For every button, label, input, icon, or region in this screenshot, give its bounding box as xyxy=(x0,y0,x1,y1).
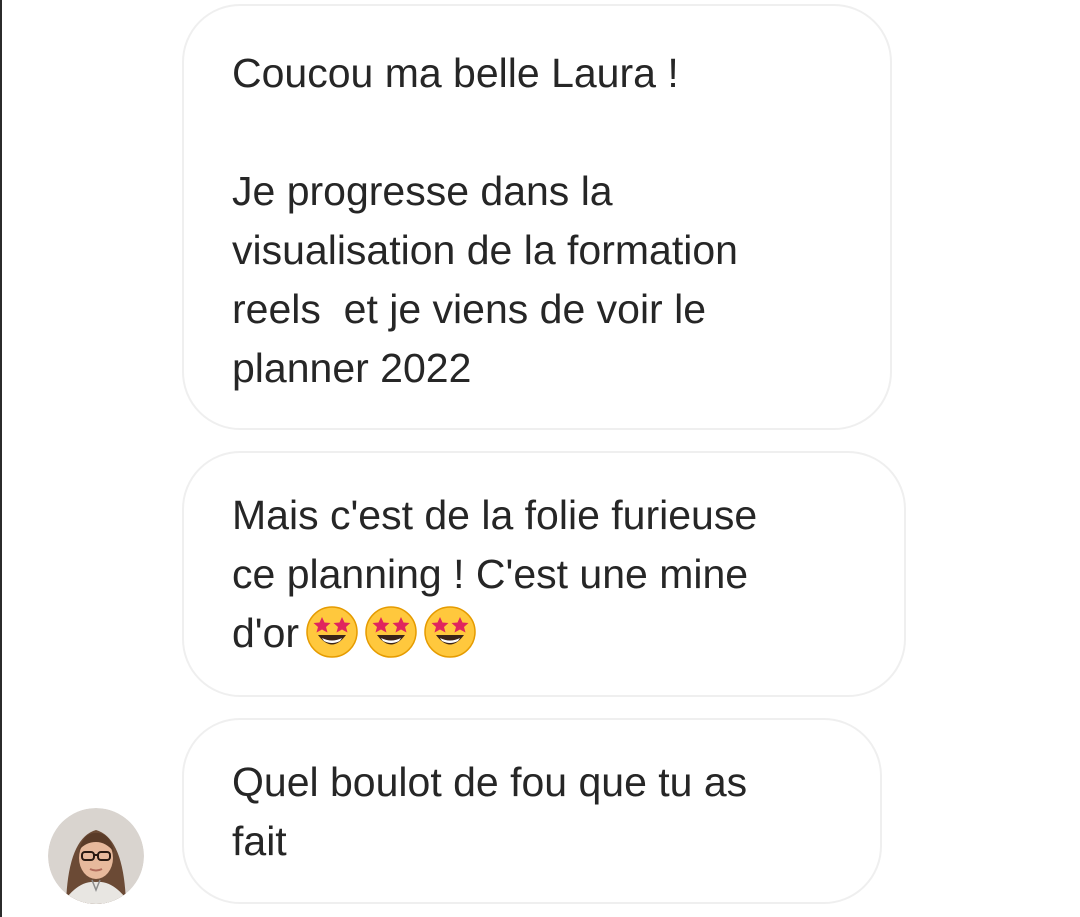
message-bubble[interactable]: Mais c'est de la folie furieuse ce plann… xyxy=(182,451,906,697)
star-struck-emoji-icon xyxy=(365,606,417,658)
message-text: visualisation de la formation xyxy=(232,227,738,273)
message-bubble[interactable]: Coucou ma belle Laura ! Je progresse dan… xyxy=(182,4,892,430)
sender-avatar[interactable] xyxy=(48,808,144,904)
star-struck-emoji-icon xyxy=(306,606,358,658)
star-struck-emoji-icon xyxy=(424,606,476,658)
profile-photo-avatar-icon xyxy=(48,808,144,904)
message-last-line: d'or xyxy=(232,604,864,663)
message-text: Je progresse dans la xyxy=(232,168,613,214)
message-text: Coucou ma belle Laura ! xyxy=(232,50,679,96)
message-text: ce planning ! C'est une mine xyxy=(232,551,749,597)
screen-edge xyxy=(0,0,2,917)
message-text: fait xyxy=(232,818,287,864)
message-text: Quel boulot de fou que tu as xyxy=(232,759,748,805)
message-text: Mais c'est de la folie furieuse xyxy=(232,492,758,538)
message-bubble[interactable]: Quel boulot de fou que tu as fait xyxy=(182,718,882,904)
message-text: planner 2022 xyxy=(232,345,472,391)
message-text: reels et je viens de voir le xyxy=(232,286,707,332)
message-text: d'or xyxy=(232,610,300,656)
